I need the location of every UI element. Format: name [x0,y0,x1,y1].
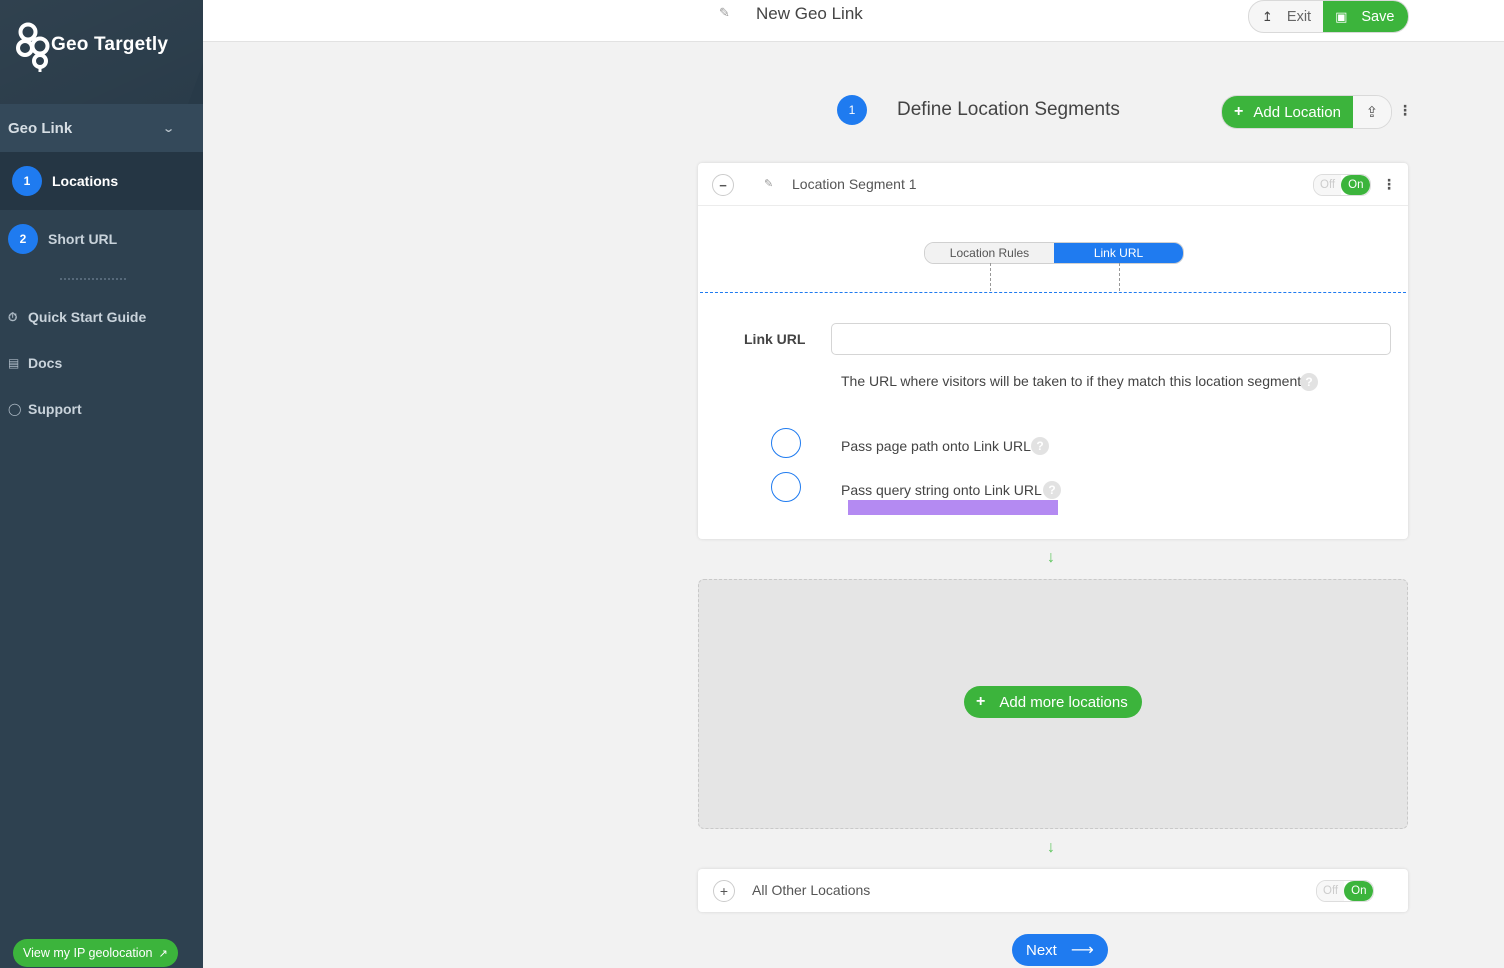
arrow-down-icon: ↓ [1047,549,1055,566]
segment-tabs: Location Rules Link URL [924,242,1184,264]
other-toggle[interactable]: Off On [1316,880,1375,902]
sidebar-step-locations[interactable]: 1 Locations [0,152,203,210]
add-location-label: Add Location [1253,103,1341,121]
link-label: Quick Start Guide [28,309,147,325]
plus-icon: + [1234,103,1244,120]
help-icon[interactable]: ? [1300,373,1318,391]
location-segment-card: − ✎ Location Segment 1 Off On ⋮ Location… [698,163,1408,539]
step-label: Locations [52,173,119,189]
expand-icon[interactable]: + [713,880,735,902]
collapse-icon[interactable]: − [712,174,734,196]
module-label: Geo Link [8,119,73,137]
exit-button[interactable]: ↥ Exit [1249,1,1323,32]
save-label: Save [1361,8,1395,25]
module-select[interactable]: Geo Link ⌄ [0,104,203,152]
plus-icon: + [976,693,986,710]
external-link-icon: ↗ [158,947,168,960]
arrow-down-icon: ↓ [1047,839,1055,856]
exit-arrow-icon: ↥ [1262,8,1273,24]
divider [60,278,126,280]
add-more-label: Add more locations [999,693,1128,711]
exit-save-group: ↥ Exit ▣ Save [1248,0,1410,33]
highlight-bar [848,500,1058,515]
next-button[interactable]: Next ⟶ [1012,934,1108,966]
segment-toggle[interactable]: Off On [1313,174,1372,196]
all-other-locations-card: + All Other Locations Off On [698,869,1408,912]
sidebar-step-short-url[interactable]: 2 Short URL [0,210,203,268]
brand-name: Geo Targetly [51,34,169,55]
pass-page-path-label: Pass page path onto Link URL [841,438,1031,454]
section-number: 1 [837,95,867,125]
book-icon: ▤ [8,356,20,370]
section-title: Define Location Segments [897,99,1120,120]
add-location-group: + Add Location ⇪ [1221,95,1392,129]
pass-query-string-label: Pass query string onto Link URL [841,482,1042,498]
chevron-down-icon: ⌄ [161,122,175,135]
view-ip-geolocation-button[interactable]: View my IP geolocation ↗ [13,939,178,967]
step-label: Short URL [48,231,118,247]
toggle-on: On [1341,175,1371,195]
page-title[interactable]: New Geo Link [756,4,863,24]
toggle-on: On [1344,881,1374,901]
topbar: ✎ New Geo Link ↥ Exit ▣ Save [203,0,1504,42]
tab-connector [1119,263,1120,291]
sidebar: Geo Targetly Geo Link ⌄ 1 Locations 2 Sh… [0,0,203,968]
chat-icon: ◯ [8,402,22,416]
section-header: 1 Define Location Segments [837,95,1120,125]
arrow-right-icon: ⟶ [1070,942,1094,959]
clock-icon: ⏱ [8,309,18,324]
segment-header: − ✎ Location Segment 1 Off On ⋮ [698,163,1408,206]
edit-title-icon[interactable]: ✎ [719,5,730,21]
segment-name[interactable]: Location Segment 1 [792,176,917,192]
toggle-off: Off [1317,881,1345,901]
step-number: 1 [12,166,42,196]
help-icon[interactable]: ? [1031,437,1049,455]
step-number: 2 [8,224,38,254]
sidebar-link-quick-start[interactable]: ⏱ Quick Start Guide [0,294,203,340]
sidebar-link-docs[interactable]: ▤ Docs [0,340,203,386]
link-label: Docs [28,355,63,371]
ip-button-label: View my IP geolocation [23,946,153,960]
tab-location-rules[interactable]: Location Rules [925,243,1054,263]
add-more-locations-button[interactable]: + Add more locations [964,686,1142,718]
tab-link-url[interactable]: Link URL [1054,243,1183,263]
toggle-off: Off [1314,175,1342,195]
geo-pins-logo-icon [16,22,50,72]
link-url-input[interactable] [831,323,1391,355]
floppy-disk-icon: ▣ [1335,8,1348,24]
next-label: Next [1026,941,1057,959]
tab-divider [700,292,1406,293]
upload-icon[interactable]: ⇪ [1352,96,1391,128]
segment-more-icon[interactable]: ⋮ [1382,177,1396,191]
tab-connector [990,263,991,291]
sidebar-link-support[interactable]: ◯ Support [0,386,203,432]
brand: Geo Targetly [0,0,203,104]
save-button[interactable]: ▣ Save [1323,1,1409,32]
add-location-button[interactable]: + Add Location [1222,96,1353,128]
other-locations-name: All Other Locations [752,882,871,898]
exit-label: Exit [1286,8,1312,25]
pass-page-path-checkbox[interactable] [771,428,801,458]
add-more-locations-zone: + Add more locations [698,579,1408,829]
link-url-label: Link URL [744,331,806,347]
section-more-icon[interactable]: ⋮ [1398,103,1412,117]
link-label: Support [28,401,82,417]
help-icon[interactable]: ? [1043,481,1061,499]
link-url-help-text: The URL where visitors will be taken to … [841,373,1302,389]
edit-segment-name-icon[interactable]: ✎ [764,177,773,190]
pass-query-string-checkbox[interactable] [771,472,801,502]
